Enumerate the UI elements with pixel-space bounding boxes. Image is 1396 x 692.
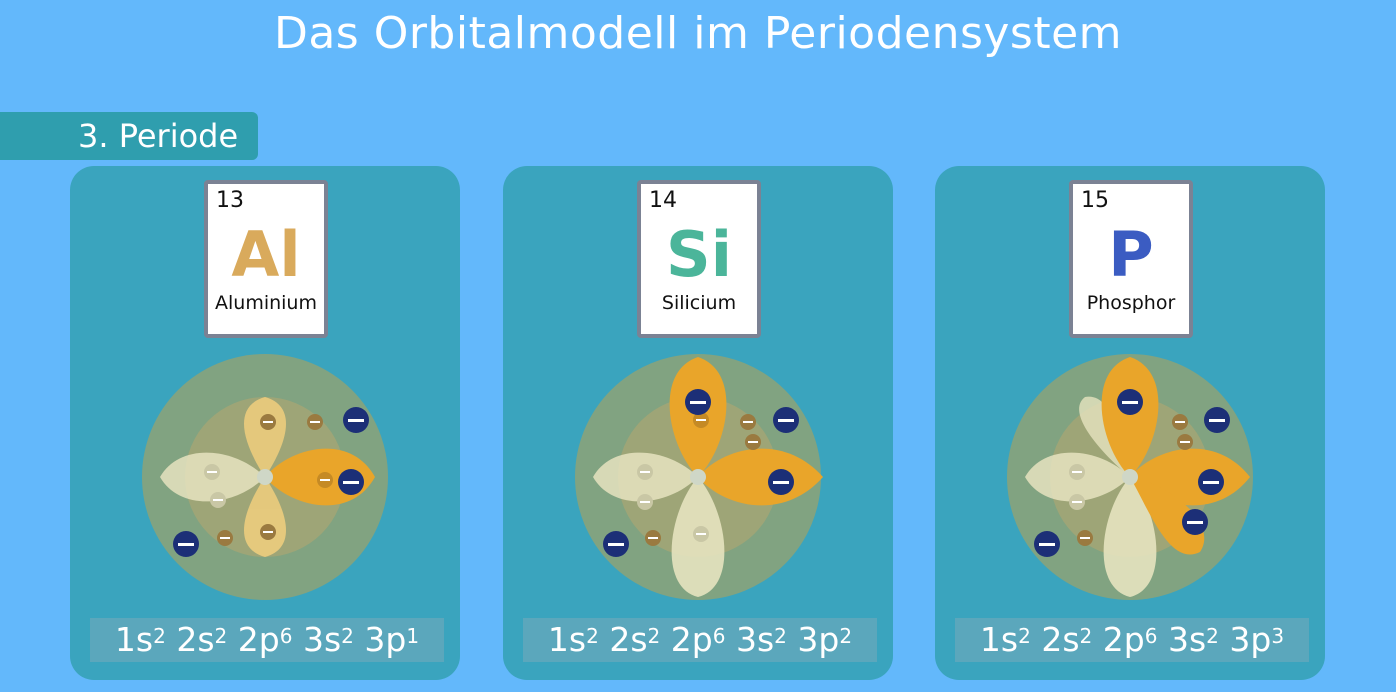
atomic-number: 15	[1081, 188, 1109, 213]
orbital-diagram	[1007, 354, 1253, 600]
config-term: 2p	[237, 620, 280, 659]
period-label: 3. Periode	[78, 117, 239, 155]
element-name: Aluminium	[215, 292, 317, 314]
config-term: 2s	[176, 620, 215, 659]
config-term: 2p	[1102, 620, 1145, 659]
element-panel-silicium: 14 Si Silicium 1s2 2s2 2p6 3s2 3p2	[503, 166, 893, 680]
config-term: 3p	[364, 620, 407, 659]
config-term: 2s	[1041, 620, 1080, 659]
element-card: 15 P Phosphor	[1069, 180, 1193, 338]
config-term: 3s	[302, 620, 342, 659]
config-exponent: 2	[341, 624, 354, 648]
config-exponent: 2	[586, 624, 599, 648]
config-exponent: 2	[1079, 624, 1093, 648]
element-symbol: P	[1108, 218, 1154, 291]
config-term: 1s	[114, 620, 154, 659]
config-exponent: 1	[406, 624, 420, 648]
config-exponent: 2	[839, 624, 853, 648]
orbital-diagram	[575, 354, 823, 600]
config-term: 3s	[735, 620, 775, 659]
element-panel-phosphor: 15 P Phosphor 1s2 2s2 2p6 3s2 3p3	[935, 166, 1325, 680]
config-exponent: 2	[153, 624, 166, 648]
config-exponent: 6	[279, 624, 293, 648]
config-term: 1s	[547, 620, 587, 659]
page-title: Das Orbitalmodell im Periodensystem	[273, 8, 1123, 59]
element-name: Phosphor	[1086, 292, 1176, 314]
config-exponent: 2	[214, 624, 228, 648]
config-term: 2s	[609, 620, 648, 659]
config-term: 2p	[670, 620, 713, 659]
config-exponent: 2	[647, 624, 661, 648]
config-term: 3p	[1229, 620, 1272, 659]
config-exponent: 6	[712, 624, 726, 648]
electron-configuration: 1s2 2s2 2p6 3s2 3p2	[523, 618, 877, 662]
config-term: 1s	[979, 620, 1019, 659]
electron-configuration: 1s2 2s2 2p6 3s2 3p3	[955, 618, 1309, 662]
atomic-number: 14	[649, 188, 677, 213]
element-name: Silicium	[661, 292, 737, 314]
element-card: 13 Al Aluminium	[204, 180, 328, 338]
config-term: 3s	[1167, 620, 1207, 659]
config-term: 3p	[797, 620, 840, 659]
element-card: 14 Si Silicium	[637, 180, 761, 338]
config-exponent: 3	[1271, 624, 1285, 648]
element-panel-aluminium: 13 Al Aluminium 1s2 2s2 2p6 3s2 3p1	[70, 166, 460, 680]
electron-configuration: 1s2 2s2 2p6 3s2 3p1	[90, 618, 444, 662]
config-exponent: 2	[1018, 624, 1031, 648]
element-symbol: Si	[666, 218, 732, 291]
config-exponent: 2	[1206, 624, 1219, 648]
config-exponent: 2	[774, 624, 787, 648]
atomic-number: 13	[216, 188, 244, 213]
period-tab: 3. Periode	[0, 112, 258, 160]
config-exponent: 6	[1144, 624, 1158, 648]
element-symbol: Al	[231, 218, 301, 291]
orbital-diagram	[142, 354, 388, 600]
